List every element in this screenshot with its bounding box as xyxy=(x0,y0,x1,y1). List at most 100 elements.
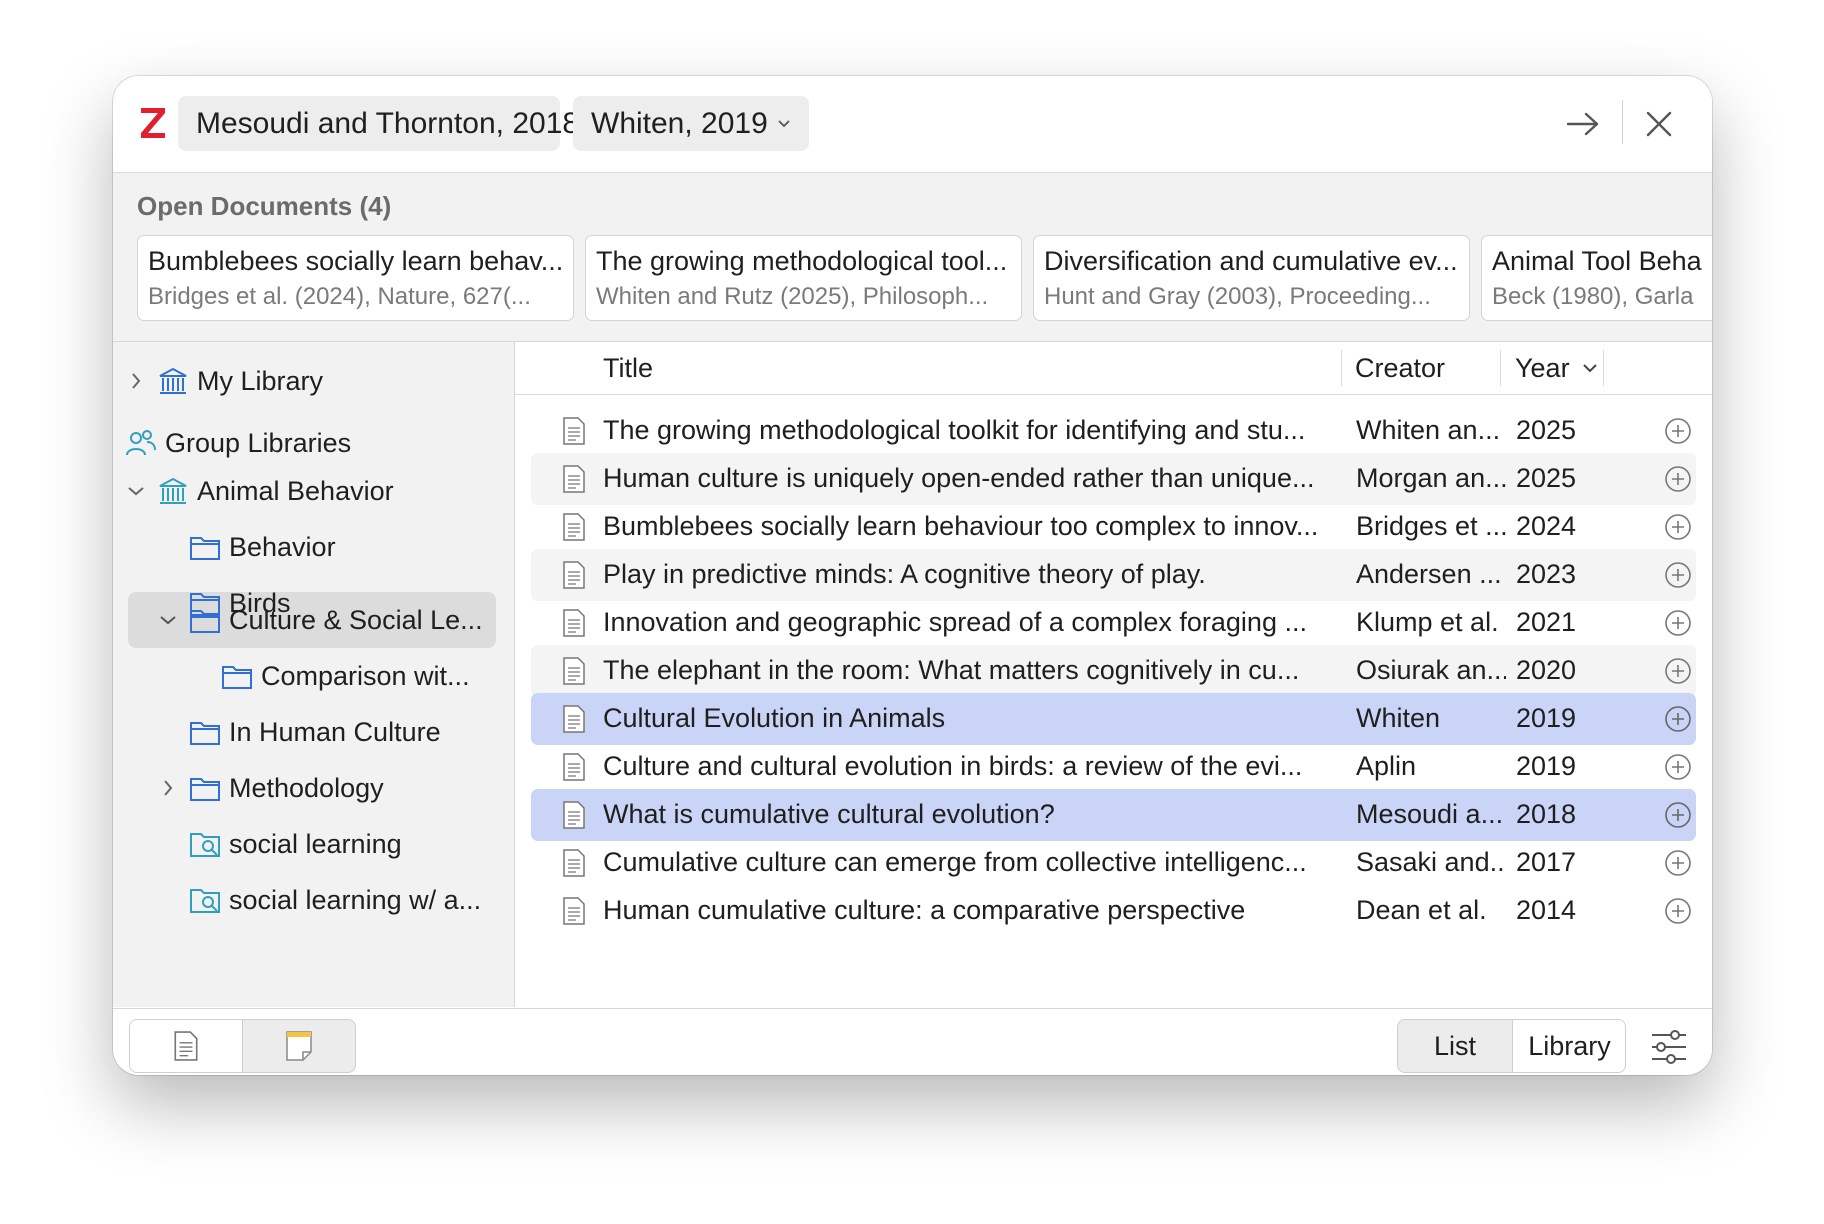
library-mode-button[interactable]: Library xyxy=(1512,1020,1625,1072)
sidebar-item-my-library[interactable]: My Library xyxy=(125,354,323,408)
open-document-card[interactable]: Diversification and cumulative ev... Hun… xyxy=(1033,235,1470,321)
sidebar-item-methodology[interactable]: Methodology xyxy=(157,761,384,815)
chevron-down-icon[interactable] xyxy=(125,480,147,502)
table-row[interactable]: The growing methodological toolkit for i… xyxy=(531,405,1696,457)
table-row-selected[interactable]: Cultural Evolution in Animals Whiten 201… xyxy=(531,693,1696,745)
table-header: Title Creator Year xyxy=(515,342,1712,395)
add-citation-icon[interactable] xyxy=(1664,465,1692,493)
document-icon xyxy=(563,897,585,925)
open-documents-title: Open Documents (4) xyxy=(137,191,392,221)
add-citation-icon[interactable] xyxy=(1664,561,1692,589)
row-creator: Whiten xyxy=(1356,703,1441,733)
sidebar-item-label: Animal Behavior xyxy=(197,475,394,506)
item-type-toggle xyxy=(129,1019,356,1073)
sidebar-item-label: social learning xyxy=(229,828,402,859)
sidebar-item-social-learning[interactable]: social learning xyxy=(189,817,402,871)
add-citation-icon[interactable] xyxy=(1664,705,1692,733)
row-year: 2020 xyxy=(1516,655,1577,685)
open-document-card[interactable]: The growing methodological tool... White… xyxy=(585,235,1022,321)
open-document-card[interactable]: Bumblebees socially learn behav... Bridg… xyxy=(137,235,574,321)
row-title: Cumulative culture can emerge from colle… xyxy=(603,847,1307,877)
open-document-title: Diversification and cumulative ev... xyxy=(1044,246,1458,276)
chevron-right-icon[interactable] xyxy=(125,370,147,392)
citation-pill-2[interactable]: Whiten, 2019 xyxy=(573,96,809,151)
row-title: Culture and cultural evolution in birds:… xyxy=(603,751,1303,781)
row-title: The elephant in the room: What matters c… xyxy=(603,655,1300,685)
open-document-title: Bumblebees socially learn behav... xyxy=(148,246,563,276)
table-row[interactable]: Innovation and geographic spread of a co… xyxy=(531,597,1696,649)
row-creator: Morgan an... xyxy=(1356,463,1506,493)
column-header-year[interactable]: Year xyxy=(1515,342,1598,394)
sliders-icon[interactable] xyxy=(1649,1027,1689,1067)
dialog-footer: List Library xyxy=(113,1008,1712,1075)
row-creator: Osiurak an... xyxy=(1356,655,1506,685)
row-creator: Whiten an... xyxy=(1356,415,1501,445)
list-mode-button[interactable]: List xyxy=(1398,1020,1512,1072)
row-title: What is cumulative cultural evolution? xyxy=(603,799,1055,829)
add-citation-icon[interactable] xyxy=(1664,657,1692,685)
row-year: 2014 xyxy=(1516,895,1577,925)
table-row[interactable]: Culture and cultural evolution in birds:… xyxy=(531,741,1696,793)
sidebar-item-animal-behavior[interactable]: Animal Behavior xyxy=(125,464,394,518)
sidebar-item-in-human-culture[interactable]: In Human Culture xyxy=(189,705,441,759)
dialog-header: Mesoudi and Thornton, 2018 Whiten, 2019 xyxy=(113,76,1712,173)
row-creator: Bridges et ... xyxy=(1356,511,1506,541)
sidebar-item-culture-social-learning[interactable]: Culture & Social Le... xyxy=(157,593,483,647)
table-row[interactable]: Human cumulative culture: a comparative … xyxy=(531,885,1696,937)
row-title: Play in predictive minds: A cognitive th… xyxy=(603,559,1206,589)
table-row-selected[interactable]: What is cumulative cultural evolution? M… xyxy=(531,789,1696,841)
notes-mode-button[interactable] xyxy=(243,1020,355,1072)
add-citation-icon[interactable] xyxy=(1664,801,1692,829)
table-row[interactable]: Bumblebees socially learn behaviour too … xyxy=(531,501,1696,553)
add-citation-icon[interactable] xyxy=(1664,609,1692,637)
column-separator[interactable] xyxy=(1500,350,1501,386)
open-documents-panel: Open Documents (4) Bumblebees socially l… xyxy=(113,173,1712,342)
table-row[interactable]: Human culture is uniquely open-ended rat… xyxy=(531,453,1696,505)
sidebar-item-label: Behavior xyxy=(229,531,336,562)
sidebar-item-group-libraries: Group Libraries xyxy=(125,416,351,470)
open-document-card[interactable]: Animal Tool Beha Beck (1980), Garla xyxy=(1481,235,1712,321)
accept-button[interactable] xyxy=(1559,100,1607,148)
add-citation-icon[interactable] xyxy=(1664,897,1692,925)
row-creator: Dean et al. xyxy=(1356,895,1487,925)
sidebar-item-label: My Library xyxy=(197,365,324,396)
chevron-right-icon[interactable] xyxy=(157,777,179,799)
table-row[interactable]: Play in predictive minds: A cognitive th… xyxy=(531,549,1696,601)
row-title: Innovation and geographic spread of a co… xyxy=(603,607,1307,637)
column-header-title[interactable]: Title xyxy=(603,342,653,394)
row-title: Human culture is uniquely open-ended rat… xyxy=(603,463,1315,493)
document-icon xyxy=(563,753,585,781)
column-header-creator[interactable]: Creator xyxy=(1355,342,1445,394)
document-icon xyxy=(563,705,585,733)
sidebar-item-behavior[interactable]: Behavior xyxy=(189,520,336,574)
table-row[interactable]: The elephant in the room: What matters c… xyxy=(531,645,1696,697)
column-header-label: Title xyxy=(603,352,654,383)
sidebar-item-social-learning-w[interactable]: social learning w/ a... xyxy=(189,873,481,927)
sidebar-item-label: Culture & Social Le... xyxy=(229,604,483,635)
add-citation-icon[interactable] xyxy=(1664,849,1692,877)
folder-icon xyxy=(189,717,221,747)
add-citation-icon[interactable] xyxy=(1664,513,1692,541)
close-button[interactable] xyxy=(1635,100,1683,148)
document-icon xyxy=(563,801,585,829)
add-citation-icon[interactable] xyxy=(1664,753,1692,781)
row-year: 2018 xyxy=(1516,799,1577,829)
document-icon xyxy=(174,1031,198,1061)
open-document-subtitle: Hunt and Gray (2003), Proceeding... xyxy=(1044,283,1431,310)
document-icon xyxy=(563,561,585,589)
row-title: Bumblebees socially learn behaviour too … xyxy=(603,511,1319,541)
add-citation-icon[interactable] xyxy=(1664,417,1692,445)
open-document-subtitle: Bridges et al. (2024), Nature, 627(... xyxy=(148,283,531,310)
sidebar-item-label: In Human Culture xyxy=(229,716,441,747)
table-row[interactable]: Cumulative culture can emerge from colle… xyxy=(531,837,1696,889)
column-header-label: Creator xyxy=(1355,352,1446,383)
sidebar-item-comparison[interactable]: Comparison wit... xyxy=(221,649,470,703)
documents-mode-button[interactable] xyxy=(130,1020,243,1072)
open-document-subtitle: Whiten and Rutz (2025), Philosoph... xyxy=(596,283,989,310)
chevron-down-icon[interactable] xyxy=(157,609,179,631)
row-creator: Sasaki and... xyxy=(1356,847,1506,877)
row-year: 2023 xyxy=(1516,559,1577,589)
column-separator[interactable] xyxy=(1341,350,1342,386)
citation-pill-1[interactable]: Mesoudi and Thornton, 2018 xyxy=(178,96,579,151)
column-separator[interactable] xyxy=(1603,350,1604,386)
